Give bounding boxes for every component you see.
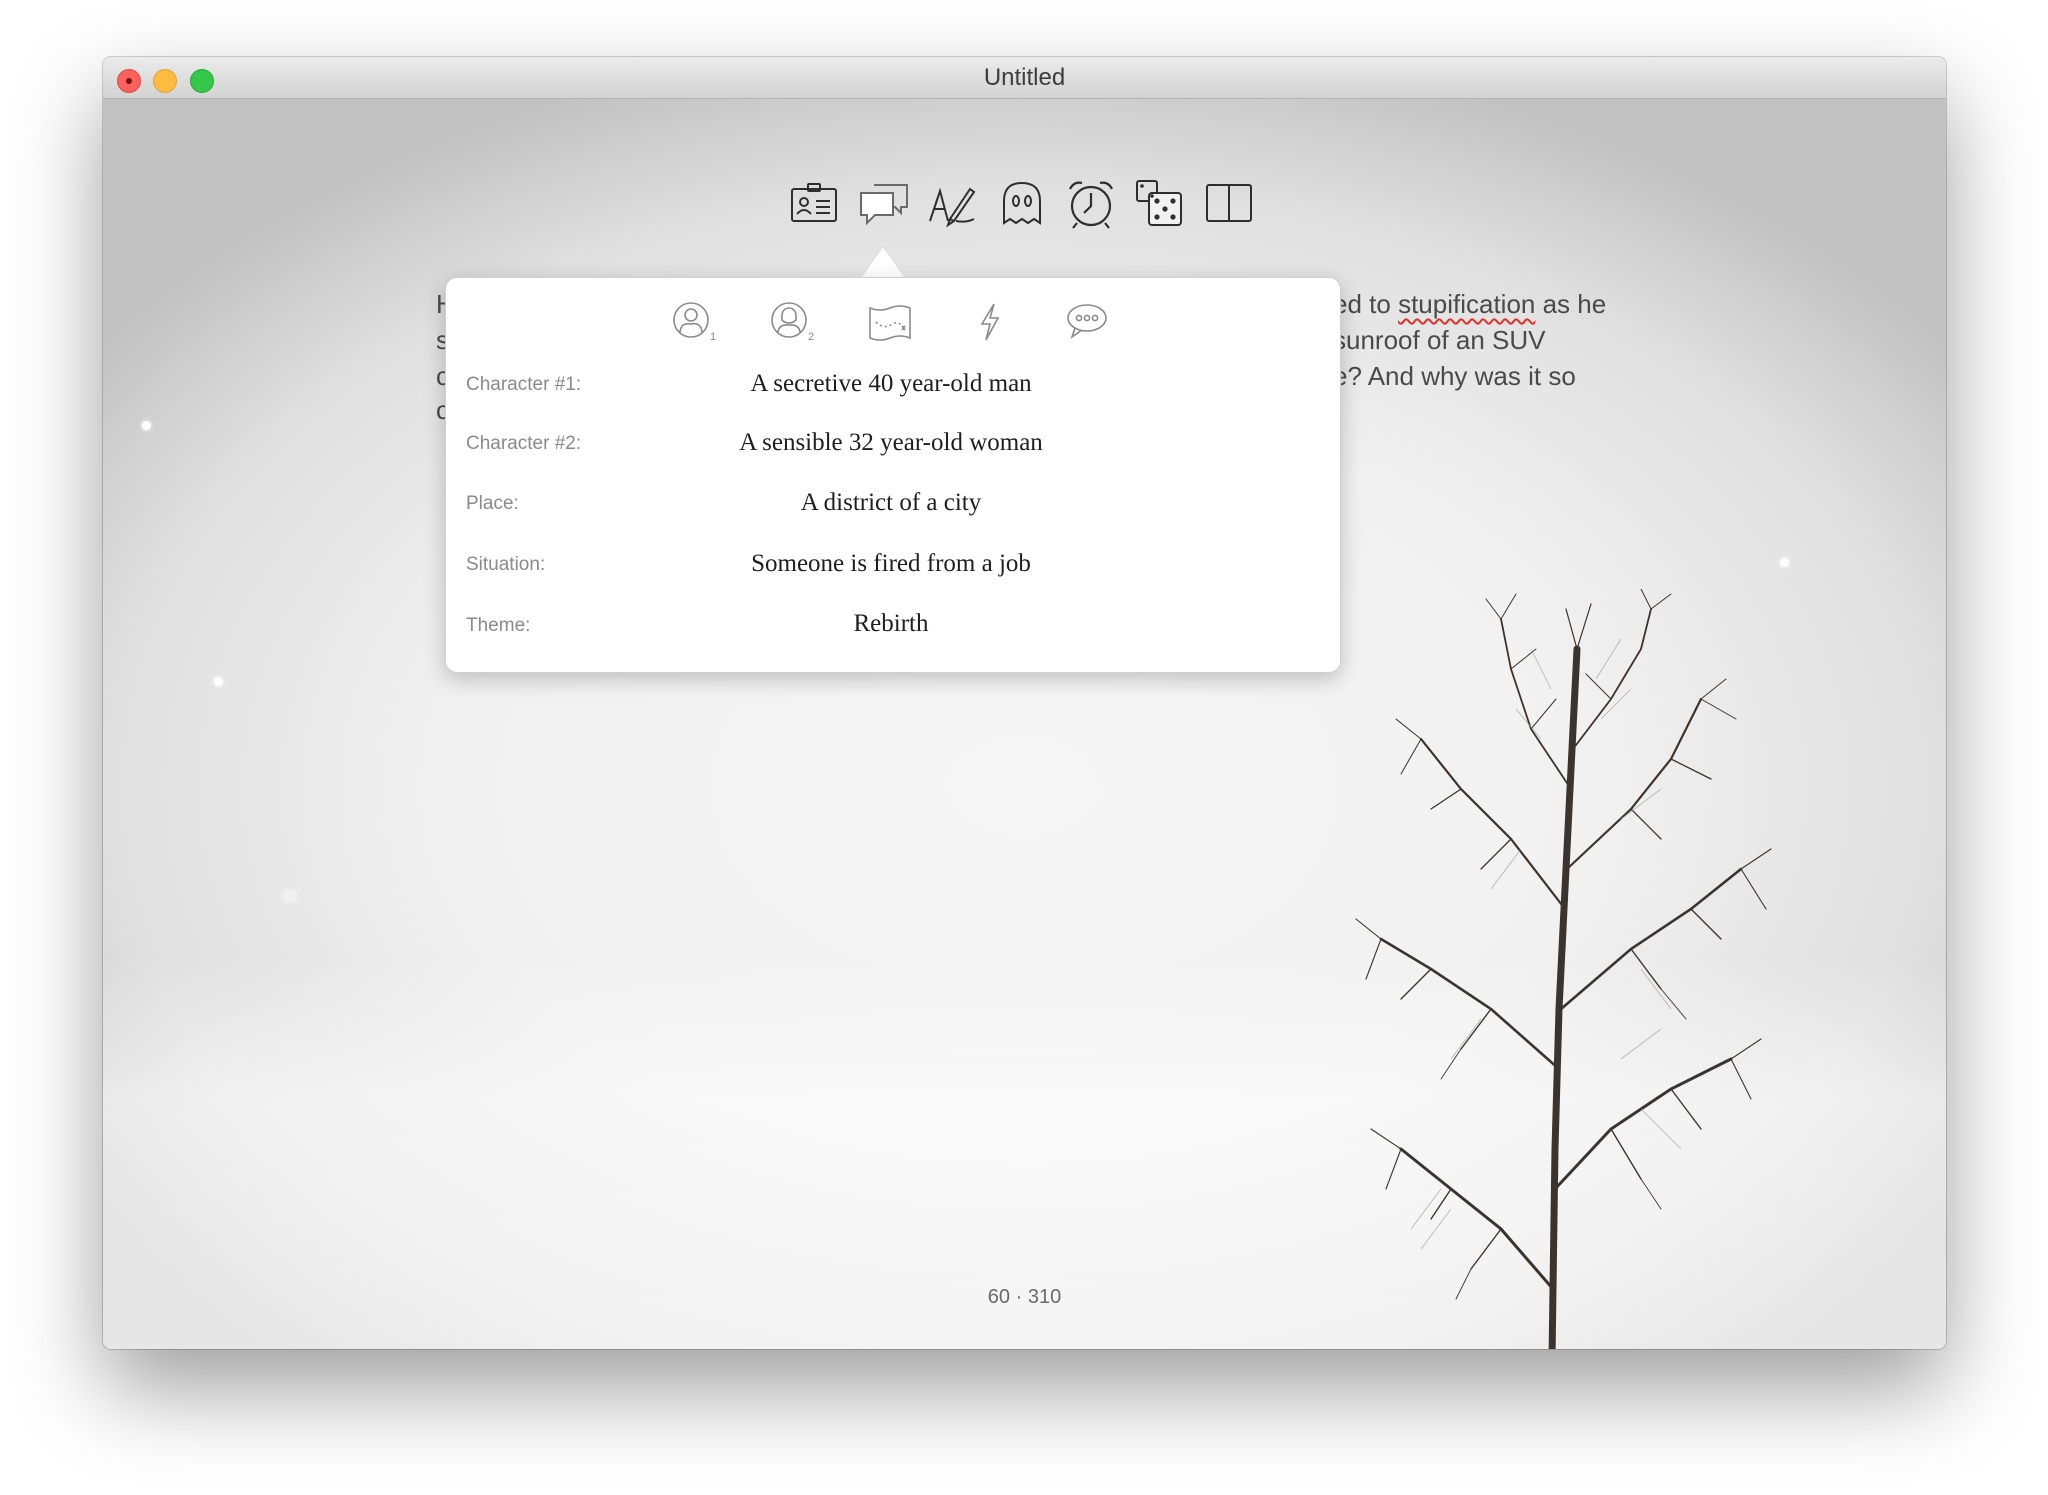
editor-line: sunroof of an SUV [1333,325,1546,355]
snowflake [214,677,223,686]
speech-bubbles-icon[interactable] [857,177,911,231]
writing-prompt-popover: 1 2 Character #1: A secretive 40 year-ol… [445,277,1341,673]
misspelled-word[interactable]: stupification [1398,289,1535,319]
editor-text-run: ed to [1333,289,1399,319]
snowflake [1780,558,1789,567]
bare-tree-image [1355,589,1772,1349]
popover-arrow [861,247,905,278]
word-count: 60 · 310 [987,1286,1062,1308]
ghost-icon[interactable] [995,177,1049,231]
editor-background: H s c c ed to stupification as he sunroo… [103,99,1946,1349]
prompt-value-situation[interactable]: Someone is fired from a job [626,550,1156,578]
prompt-label-theme: Theme: [466,615,531,636]
prompt-label-character-1: Character #1: [466,374,582,395]
pen-icon[interactable] [926,177,980,231]
dice-icon[interactable] [1133,177,1187,231]
lightning-icon[interactable] [966,300,1014,344]
alarm-clock-icon[interactable] [1064,177,1118,231]
character-one-icon[interactable]: 1 [671,300,719,344]
book-icon[interactable] [1202,177,1256,231]
prompt-value-place[interactable]: A district of a city [626,489,1156,517]
window-title: Untitled [983,64,1066,91]
editor-text-run: as he [1535,289,1607,319]
editor-line: e? And why was it so [1333,361,1576,391]
prompt-value-theme[interactable]: Rebirth [626,610,1156,638]
contact-card-icon[interactable] [788,177,842,231]
top-toolbar [788,177,1288,233]
snowflake [283,889,297,903]
svg-text:2: 2 [808,331,814,343]
svg-text:1: 1 [710,331,716,343]
title-bar[interactable]: Untitled [103,57,1946,99]
map-icon[interactable] [866,300,914,344]
prompt-label-situation: Situation: [466,554,546,575]
chat-bubble-icon[interactable] [1063,300,1111,344]
prompt-label-character-2: Character #2: [466,433,582,454]
character-two-icon[interactable]: 2 [769,300,817,344]
editor-line: ed to stupification as he [1333,289,1606,320]
prompt-label-place: Place: [466,493,519,514]
prompt-value-character-1[interactable]: A secretive 40 year-old man [626,370,1156,398]
app-window: Untitled s c c ed to stupification as he… [103,57,1946,1349]
prompt-value-character-2[interactable]: A sensible 32 year-old woman [626,429,1156,457]
snowflake [142,421,151,430]
